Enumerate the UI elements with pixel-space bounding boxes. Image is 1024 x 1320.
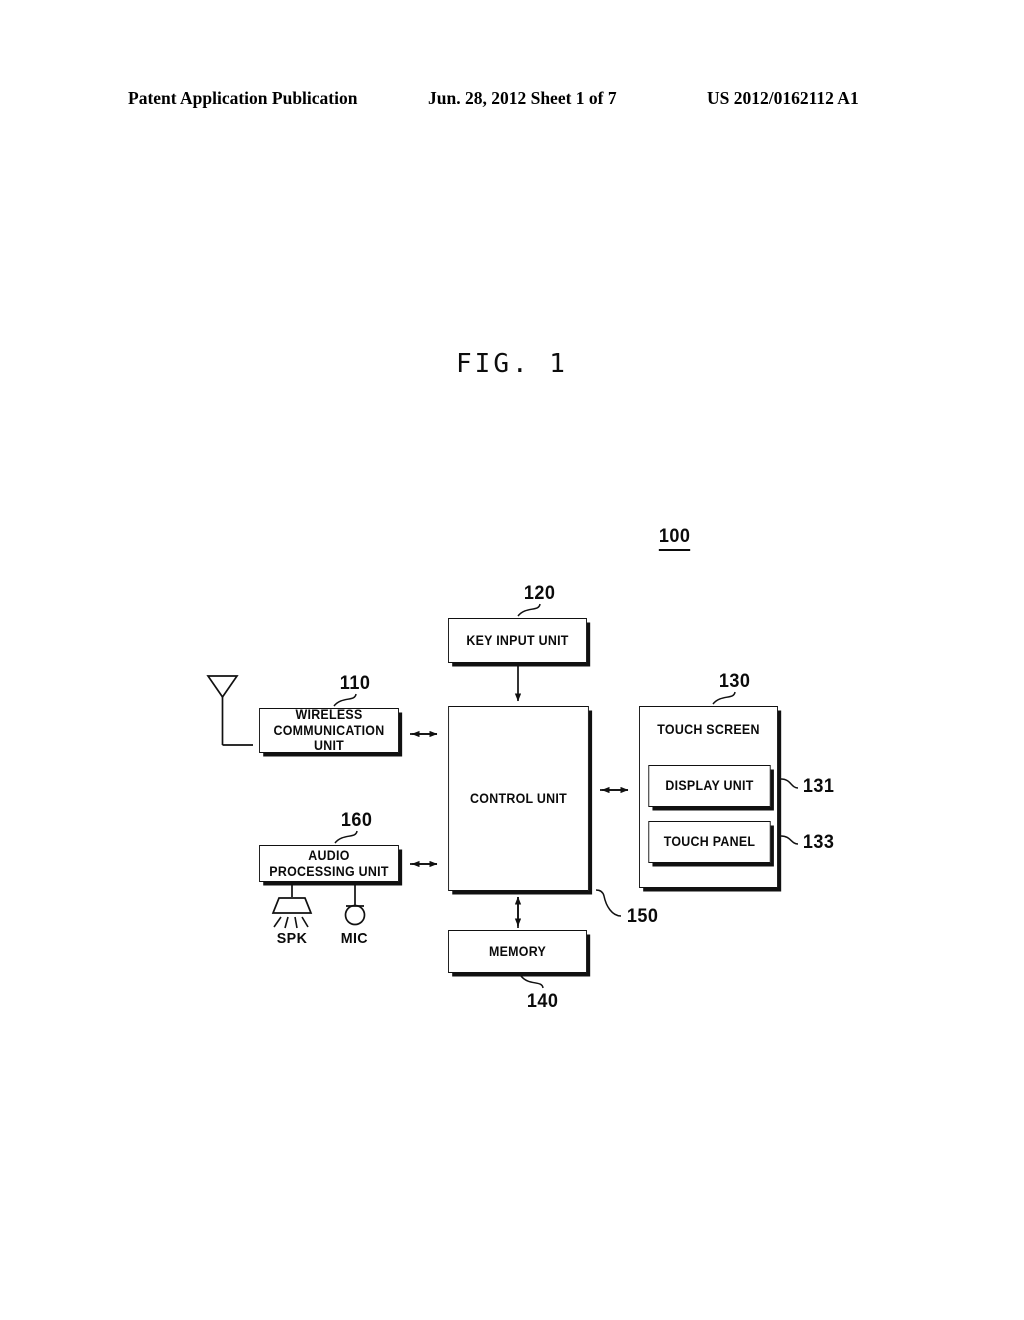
block-key-input-unit-label: KEY INPUT UNIT [466,632,569,648]
ref-display-unit-131: 131 [802,776,835,797]
block-control-unit[interactable]: CONTROL UNIT [448,706,589,891]
ref-touch-panel-133: 133 [802,832,835,853]
block-wireless-line2: COMMUNICATION UNIT [273,722,385,754]
mic-icon [344,904,366,926]
block-audio-processing-unit-label: AUDIO PROCESSING UNIT [269,847,389,879]
ref-touch-screen-130: 130 [718,671,751,692]
block-touch-panel-label: TOUCH PANEL [663,834,756,850]
block-key-input-unit[interactable]: KEY INPUT UNIT [448,618,587,663]
ref-audio-160: 160 [340,810,373,831]
ref-control-150: 150 [626,906,659,927]
ref-memory-140: 140 [526,991,559,1012]
ref-key-input-120: 120 [523,583,556,604]
block-audio-processing-unit[interactable]: AUDIO PROCESSING UNIT [259,845,399,882]
block-display-unit-label: DISPLAY UNIT [665,778,754,794]
mic-label: MIC [340,930,368,947]
block-wireless-communication-unit[interactable]: WIRELESS COMMUNICATION UNIT [259,707,399,754]
speaker-label: SPK [276,930,308,947]
block-diagram: 100 KEY INPUT UNIT WIRELESS COMMUNICATIO… [0,0,1024,1320]
block-touch-screen-label: TOUCH SCREEN [657,722,760,737]
block-display-unit[interactable]: DISPLAY UNIT [648,765,771,807]
antenna-icon [206,675,253,746]
speaker-icon [271,897,313,929]
ref-system-100: 100 [658,526,691,551]
ref-wireless-110: 110 [339,673,371,694]
block-touch-panel[interactable]: TOUCH PANEL [648,821,771,863]
block-memory-label: MEMORY [488,943,547,959]
block-memory[interactable]: MEMORY [448,930,587,973]
block-control-unit-label: CONTROL UNIT [470,790,567,806]
block-wireless-line1: WIRELESS [295,707,363,723]
